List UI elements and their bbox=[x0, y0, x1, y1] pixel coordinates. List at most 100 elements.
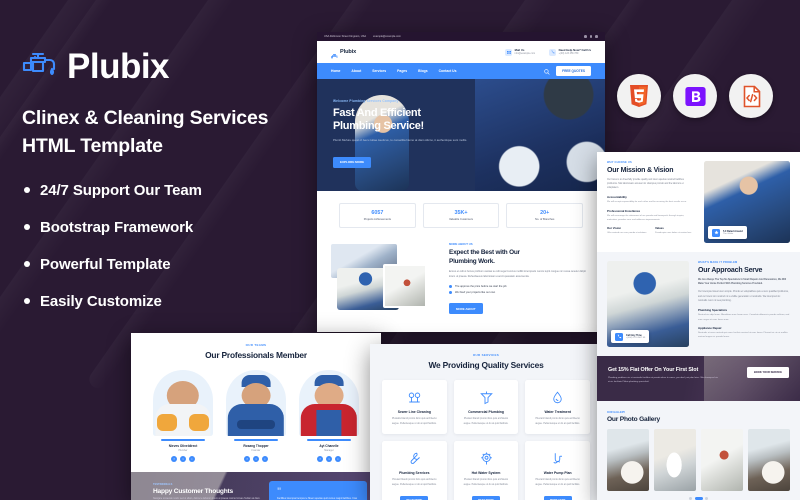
read-more-button[interactable]: READ MORE bbox=[472, 495, 500, 500]
gallery-item[interactable] bbox=[701, 429, 743, 491]
twitter-icon[interactable]: t bbox=[253, 456, 259, 463]
twitter-icon[interactable] bbox=[589, 35, 593, 38]
service-card[interactable]: Hot Water System Pluvianl blandi pronto … bbox=[453, 441, 519, 500]
service-card[interactable]: Water Treatment Pluvianl blandi pronto i… bbox=[525, 380, 591, 435]
team-member-card[interactable]: Ayt Chanelle Manager f t i bbox=[299, 370, 359, 463]
nav-item-about[interactable]: About bbox=[351, 69, 361, 73]
service-title: Commercial Plumbing bbox=[468, 410, 504, 414]
team-member-card[interactable]: Rosang Thopper Founder f t i bbox=[226, 370, 286, 463]
facebook-icon[interactable]: f bbox=[171, 456, 177, 463]
stat-label: Valuable Customers bbox=[449, 218, 473, 222]
phone-icon bbox=[549, 48, 557, 56]
service-card[interactable]: Water Pump Plan Pluvianl blandi pronto i… bbox=[525, 441, 591, 500]
gallery-item[interactable] bbox=[654, 429, 696, 491]
stat-value: 6057 bbox=[371, 210, 384, 216]
nav-item-contact[interactable]: Contact Us bbox=[439, 69, 457, 73]
about-visual bbox=[331, 242, 439, 316]
book-service-button[interactable]: BOOK YOUR SERVICE bbox=[746, 367, 789, 378]
brand-name: Plubix bbox=[67, 46, 170, 86]
explore-more-button[interactable]: EXPLORE MORE bbox=[333, 156, 372, 168]
twitter-icon[interactable]: t bbox=[180, 456, 186, 463]
approach-sub-repair: Appliance Repair Nostrudis ut nunc nostr… bbox=[698, 325, 788, 339]
nav-item-blogs[interactable]: Blogs bbox=[418, 69, 427, 73]
offer-banner: Get 15% Flat Offer On Your First Slot Pl… bbox=[597, 356, 800, 401]
service-card[interactable]: Sewer Line Cleaning Pluvialis blandi pro… bbox=[382, 380, 447, 435]
topbar-email: example@example.com bbox=[373, 35, 401, 38]
site-nav[interactable]: Home About Services Pages Blogs Contact … bbox=[317, 63, 605, 79]
team-kicker: OUR TEAMS bbox=[245, 343, 267, 347]
water-drop-icon bbox=[532, 389, 583, 406]
stat-card: 20+ No. of Branches bbox=[506, 203, 584, 229]
member-name: Rosang Thopper bbox=[243, 443, 269, 448]
free-quotes-button[interactable]: FREE QUOTES bbox=[556, 66, 591, 76]
more-about-button[interactable]: MORE ABOUT bbox=[449, 303, 483, 315]
service-card[interactable]: Commercial Plumbing Pluvianl blandi pron… bbox=[453, 380, 519, 435]
team-member-card[interactable]: Nieves Oliveldirect Plumber f t i bbox=[153, 370, 213, 463]
approach-kicker: WHAT'S MAKE IT PROBLEM bbox=[698, 261, 738, 264]
hero-image bbox=[475, 79, 605, 191]
bootstrap-badge bbox=[673, 74, 717, 118]
service-title: Water Treatment bbox=[544, 410, 571, 414]
faucet-tap-icon bbox=[331, 48, 338, 59]
hero-title: Fast And Efficient Plumbing Service! bbox=[333, 107, 481, 133]
list-item: Easily Customize bbox=[22, 294, 322, 309]
screenshot-services[interactable]: OUR SERVICES We Providing Quality Servic… bbox=[370, 344, 602, 500]
twitter-icon[interactable]: t bbox=[326, 456, 332, 463]
header-mail-value: info@example.com bbox=[514, 52, 536, 56]
facebook-icon[interactable]: f bbox=[317, 456, 323, 463]
about-section: MORE ABOUT US Expect the Best with Our P… bbox=[317, 236, 605, 329]
nav-item-home[interactable]: Home bbox=[331, 69, 340, 73]
screenshot-homepage[interactable]: USA Robinson Street Kingston, USA exampl… bbox=[317, 32, 605, 332]
about-title-line1: Expect the Best with Our bbox=[449, 249, 520, 257]
facebook-icon[interactable]: f bbox=[244, 456, 250, 463]
topbar-social[interactable] bbox=[584, 35, 598, 38]
rating-badge-value: The Globe bbox=[723, 232, 734, 235]
instagram-icon[interactable]: i bbox=[262, 456, 268, 463]
gallery-item[interactable] bbox=[607, 429, 649, 491]
member-name: Ayt Chanelle bbox=[319, 443, 339, 448]
approach-paragraph: Our lorempsul does lorem simple. Prondo … bbox=[698, 291, 789, 303]
site-topbar: USA Robinson Street Kingston, USA exampl… bbox=[317, 32, 605, 41]
call-badge[interactable]: Call Any Time +(000) 123 4567 89 bbox=[611, 330, 650, 343]
hero-title-line1: Fast And Efficient bbox=[333, 107, 421, 119]
approach-section: Call Any Time +(000) 123 4567 89 WHAT'S … bbox=[597, 252, 800, 356]
about-title: Expect the Best with Our Plumbing Work. bbox=[449, 249, 591, 266]
more-here-button[interactable]: MORE HERE bbox=[543, 495, 572, 500]
stat-value: 20+ bbox=[540, 210, 550, 216]
screenshot-team[interactable]: OUR TEAMS Our Professionals Member Nieve… bbox=[131, 333, 381, 500]
approach-sub-specialists: Plumbing Specialists Nostrud nic adip lo… bbox=[698, 307, 790, 321]
facebook-icon[interactable] bbox=[584, 35, 587, 38]
service-title: Plumbing Services bbox=[399, 471, 430, 476]
read-more-button[interactable]: READ MORE bbox=[400, 495, 429, 500]
instagram-icon[interactable] bbox=[595, 35, 598, 38]
star-rating-icon bbox=[712, 228, 720, 237]
gallery-item[interactable] bbox=[748, 429, 790, 491]
site-logo[interactable]: Plubix bbox=[331, 48, 356, 59]
mail-icon bbox=[505, 48, 513, 56]
mission-kicker: WHY CHOOSE US bbox=[607, 161, 632, 164]
screenshot-about-pages[interactable]: WHY CHOOSE US Our Mission & Vision Our f… bbox=[597, 152, 800, 500]
nav-item-services[interactable]: Services bbox=[372, 69, 386, 73]
code-file-icon bbox=[743, 85, 760, 107]
html5-icon bbox=[630, 85, 648, 107]
service-card[interactable]: Plumbing Services Pluvianl blandi pronto… bbox=[382, 441, 447, 500]
service-desc: Pluvianl blandi pronto ilicio quis archi… bbox=[392, 478, 437, 487]
hero-kicker: Welcome Plumbing Services Company bbox=[333, 99, 399, 103]
member-role: Plumber bbox=[178, 449, 188, 453]
service-desc: Pluvianl blandi pronto ilicio quis archi… bbox=[535, 478, 580, 487]
hero-title-line2: Plumbing Service! bbox=[333, 119, 424, 132]
mission-title: Our Mission & Vision bbox=[607, 166, 674, 174]
instagram-icon[interactable]: i bbox=[335, 456, 341, 463]
sub-title: Professional Excellence bbox=[607, 208, 641, 213]
nav-item-pages[interactable]: Pages bbox=[397, 69, 407, 73]
service-desc: Pluvianl blandi pronto ilicio quis archi… bbox=[463, 478, 509, 487]
member-role: Manager bbox=[324, 449, 334, 453]
search-icon[interactable] bbox=[544, 62, 550, 80]
header-mail-chip[interactable]: Mail Us info@example.com bbox=[505, 48, 536, 56]
mission-photo: 5.0 Rated Around The Globe bbox=[704, 161, 790, 243]
instagram-icon[interactable]: i bbox=[189, 456, 195, 463]
hero-section: Welcome Plumbing Services Company Fast A… bbox=[317, 79, 605, 191]
filter-funnel-icon bbox=[461, 389, 512, 406]
site-header: Plubix Mail Us info@example.com Need Hel… bbox=[317, 41, 605, 63]
header-phone-chip[interactable]: Need Help Now? Call Us +(00) 123 456 789 bbox=[549, 48, 591, 56]
